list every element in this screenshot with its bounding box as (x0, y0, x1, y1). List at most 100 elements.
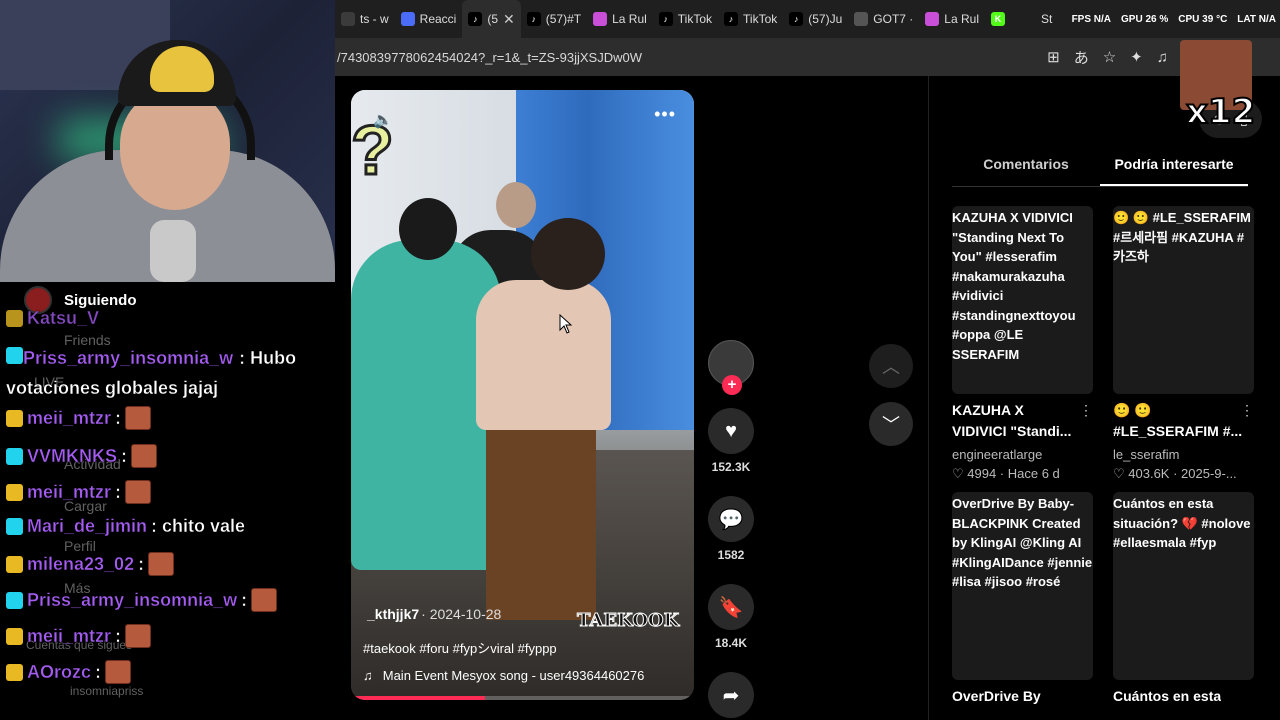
like-action[interactable]: ♥ 152.3K (708, 408, 754, 474)
volume-icon[interactable]: 🔈 (373, 110, 393, 130)
chat-username[interactable]: Priss_army_insomnia_w (23, 348, 234, 368)
card-title[interactable]: 🙂 🙂 (1113, 402, 1152, 419)
chat-message: meii_mtzr: (6, 624, 152, 648)
tiktok-icon: ♪ (724, 12, 739, 26)
card-title[interactable]: KAZUHA X (952, 402, 1024, 419)
gpu-readout: GPU 26 % (1121, 13, 1169, 25)
more-options-icon[interactable]: ••• (654, 104, 676, 125)
card-meta: ♡ 4994 · Hace 6 d (952, 466, 1060, 481)
recommended-card[interactable]: KAZUHA X VIDIVICI "Standing Next To You"… (952, 206, 1093, 482)
author-handle[interactable]: _kthjjk7 (367, 606, 419, 622)
close-tab-icon[interactable]: ✕ (503, 11, 515, 28)
tab-icon (854, 12, 869, 26)
card-more-icon[interactable]: ⋮ (1240, 402, 1254, 419)
card-title-cont[interactable]: VIDIVICI "Standi... (952, 423, 1093, 439)
browser-tab-label: (57)#T (545, 12, 582, 26)
emote-multiplier: x12 (1185, 91, 1256, 133)
browser-tab[interactable]: ♪ TikTok (718, 0, 783, 38)
chat-username[interactable]: Katsu_V (27, 308, 99, 329)
comment-action[interactable]: 💬 1582 (708, 496, 754, 562)
chat-username[interactable]: milena23_02 (27, 553, 134, 575)
browser-tab[interactable]: Reacci (395, 0, 463, 38)
chat-badge-icon (6, 447, 23, 465)
tab-comentarios[interactable]: Comentarios (952, 146, 1100, 186)
chat-username[interactable]: Mari_de_jimin (27, 516, 147, 537)
translate-icon[interactable]: あ (1074, 47, 1089, 68)
card-thumbnail[interactable]: OverDrive By Baby-BLACKPINK Created by K… (952, 492, 1093, 680)
video-date: · 2024-10-28 (421, 606, 502, 622)
tab-podria-interesarte[interactable]: Podría interesarte (1100, 146, 1248, 186)
browser-tab[interactable]: GOT7 · (848, 0, 919, 38)
video-hashtags[interactable]: #taekook #foru #fypシviral #fyppp (363, 638, 557, 657)
browser-tab[interactable]: K (985, 0, 1016, 38)
url-field[interactable]: /7430839778062454024?_r=1&_t=ZS-93jjXSJD… (335, 50, 1047, 65)
browser-tab[interactable]: ts - w (335, 0, 395, 38)
browser-tab[interactable]: ♪ (5 ✕ (462, 0, 521, 38)
previous-video-button[interactable]: ︿ (869, 344, 913, 388)
creator-avatar[interactable]: + (708, 340, 754, 395)
browser-tab[interactable]: La Rul (919, 0, 985, 38)
chat-badge-icon (6, 627, 23, 645)
recommended-card[interactable]: OverDrive By Baby-BLACKPINK Created by K… (952, 492, 1093, 704)
app-install-icon[interactable]: ⊞ (1047, 48, 1060, 66)
chat-username[interactable]: meii_mtzr (27, 407, 111, 429)
recommended-card[interactable]: Cuántos en esta situación? 💔 #nolove #el… (1113, 492, 1254, 704)
save-action[interactable]: 🔖 18.4K (708, 584, 754, 650)
browser-tab[interactable]: ♪ (57)#T (521, 0, 587, 38)
recommended-card[interactable]: 🙂 🙂 #LE_SSERAFIM #르세라핌 #KAZUHA #카즈하 🙂 🙂 ⋮… (1113, 206, 1254, 482)
video-progress-bar[interactable] (351, 696, 694, 700)
stream-chat: Siguiendo Friends LIVE Actividad Cargar … (0, 282, 335, 720)
chat-username[interactable]: AOrozc (27, 661, 91, 683)
chat-badge-icon (6, 518, 23, 535)
browser-tab[interactable]: St (1016, 0, 1058, 38)
browser-tab[interactable]: ♪ TikTok (653, 0, 718, 38)
browser-tab[interactable]: La Rul (587, 0, 653, 38)
next-video-button[interactable]: ﹀ (869, 402, 913, 446)
chat-message: Priss_army_insomnia_w: Hubo votaciones g… (6, 344, 336, 403)
card-author[interactable]: le_sserafim (1113, 447, 1254, 462)
chat-badge-icon (6, 347, 23, 364)
card-thumbnail[interactable]: 🙂 🙂 #LE_SSERAFIM #르세라핌 #KAZUHA #카즈하 (1113, 206, 1254, 394)
chat-username[interactable]: Priss_army_insomnia_w (27, 589, 238, 611)
favorite-star-icon[interactable]: ☆ (1103, 48, 1116, 66)
video-author[interactable]: _kthjjk7 · 2024-10-28 (367, 606, 501, 622)
browser-tab[interactable]: ♪ (57)Ju (783, 0, 848, 38)
card-title[interactable]: Cuántos en esta (1113, 688, 1221, 704)
video-player[interactable]: ? 🔈 ••• TAEKOOK _kthjjk7 · 2024-10-28 #ta… (351, 90, 694, 700)
extensions-icon[interactable]: ✦ (1130, 48, 1143, 66)
comment-icon[interactable]: 💬 (708, 496, 754, 542)
panel-tabs: Comentarios Podría interesarte (952, 146, 1248, 187)
chat-username[interactable]: meii_mtzr (27, 481, 111, 503)
chat-message: Priss_army_insomnia_w: (6, 588, 278, 612)
chevron-up-icon: ︿ (882, 357, 900, 377)
video-progress-fill (351, 696, 485, 700)
chat-username[interactable]: meii_mtzr (27, 625, 111, 647)
video-figure (476, 280, 611, 430)
video-figure (531, 218, 605, 290)
card-title[interactable]: OverDrive By (952, 688, 1041, 704)
card-author[interactable]: engineeratlarge (952, 447, 1093, 462)
chat-text: : (241, 589, 248, 610)
chat-username[interactable]: VVMKNKS (27, 445, 117, 467)
chrome-icon (593, 12, 608, 26)
chat-text: : chito vale (151, 516, 246, 536)
following-label[interactable]: Siguiendo (64, 292, 137, 309)
song-title[interactable]: Main Event Mesyox song - user49364460276 (383, 668, 645, 683)
video-song[interactable]: ♫ Main Event Mesyox song - user4936446027… (363, 668, 644, 683)
side-panel: ⊘ ▯ Comentarios Podría interesarte KAZUH… (952, 76, 1270, 720)
playlist-icon[interactable]: ♫ (1157, 49, 1168, 66)
microphone (150, 220, 196, 282)
like-count: 152.3K (711, 460, 751, 474)
share-action[interactable]: ➦ 2700 (708, 672, 754, 720)
bookmark-icon[interactable]: 🔖 (708, 584, 754, 630)
card-thumbnail[interactable]: Cuántos en esta situación? 💔 #nolove #el… (1113, 492, 1254, 680)
latency-readout: LAT N/A (1237, 13, 1276, 25)
heart-icon[interactable]: ♥ (708, 408, 754, 454)
follow-plus-icon[interactable]: + (722, 375, 742, 395)
tiktok-icon: ♪ (526, 12, 541, 26)
chat-message: AOrozc: (6, 660, 132, 684)
card-thumbnail[interactable]: KAZUHA X VIDIVICI "Standing Next To You"… (952, 206, 1093, 394)
card-more-icon[interactable]: ⋮ (1079, 402, 1093, 419)
share-arrow-icon[interactable]: ➦ (708, 672, 754, 718)
card-title-cont[interactable]: #LE_SSERAFIM #... (1113, 423, 1254, 439)
